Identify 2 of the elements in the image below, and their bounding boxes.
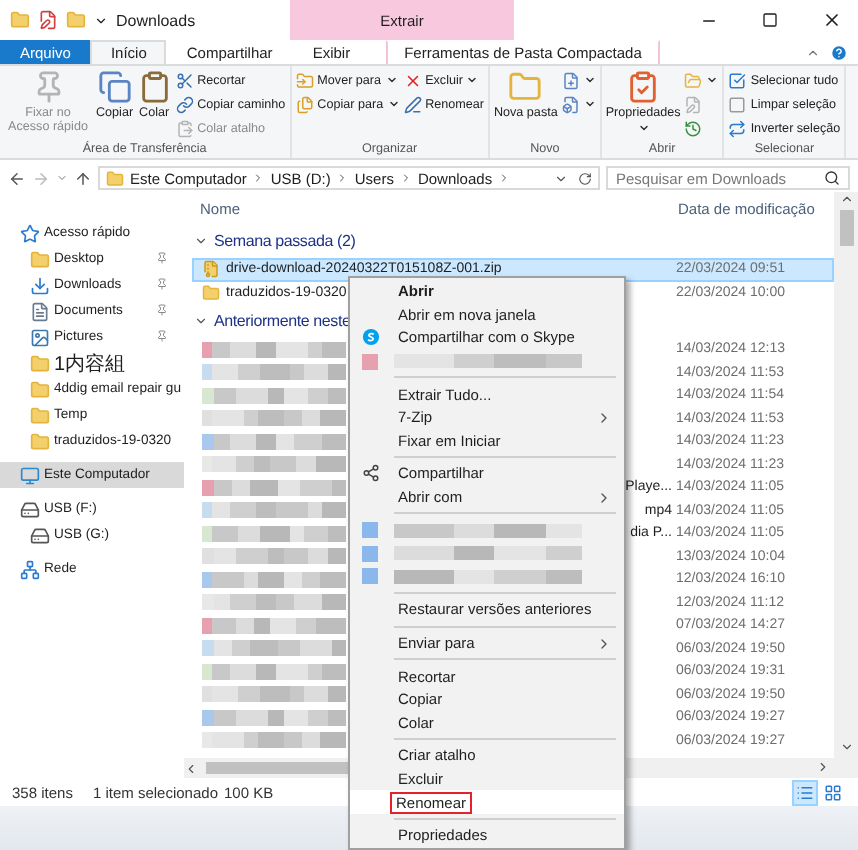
group-title: Semana passada (2) — [214, 232, 356, 250]
window-title: Downloads — [116, 11, 196, 29]
